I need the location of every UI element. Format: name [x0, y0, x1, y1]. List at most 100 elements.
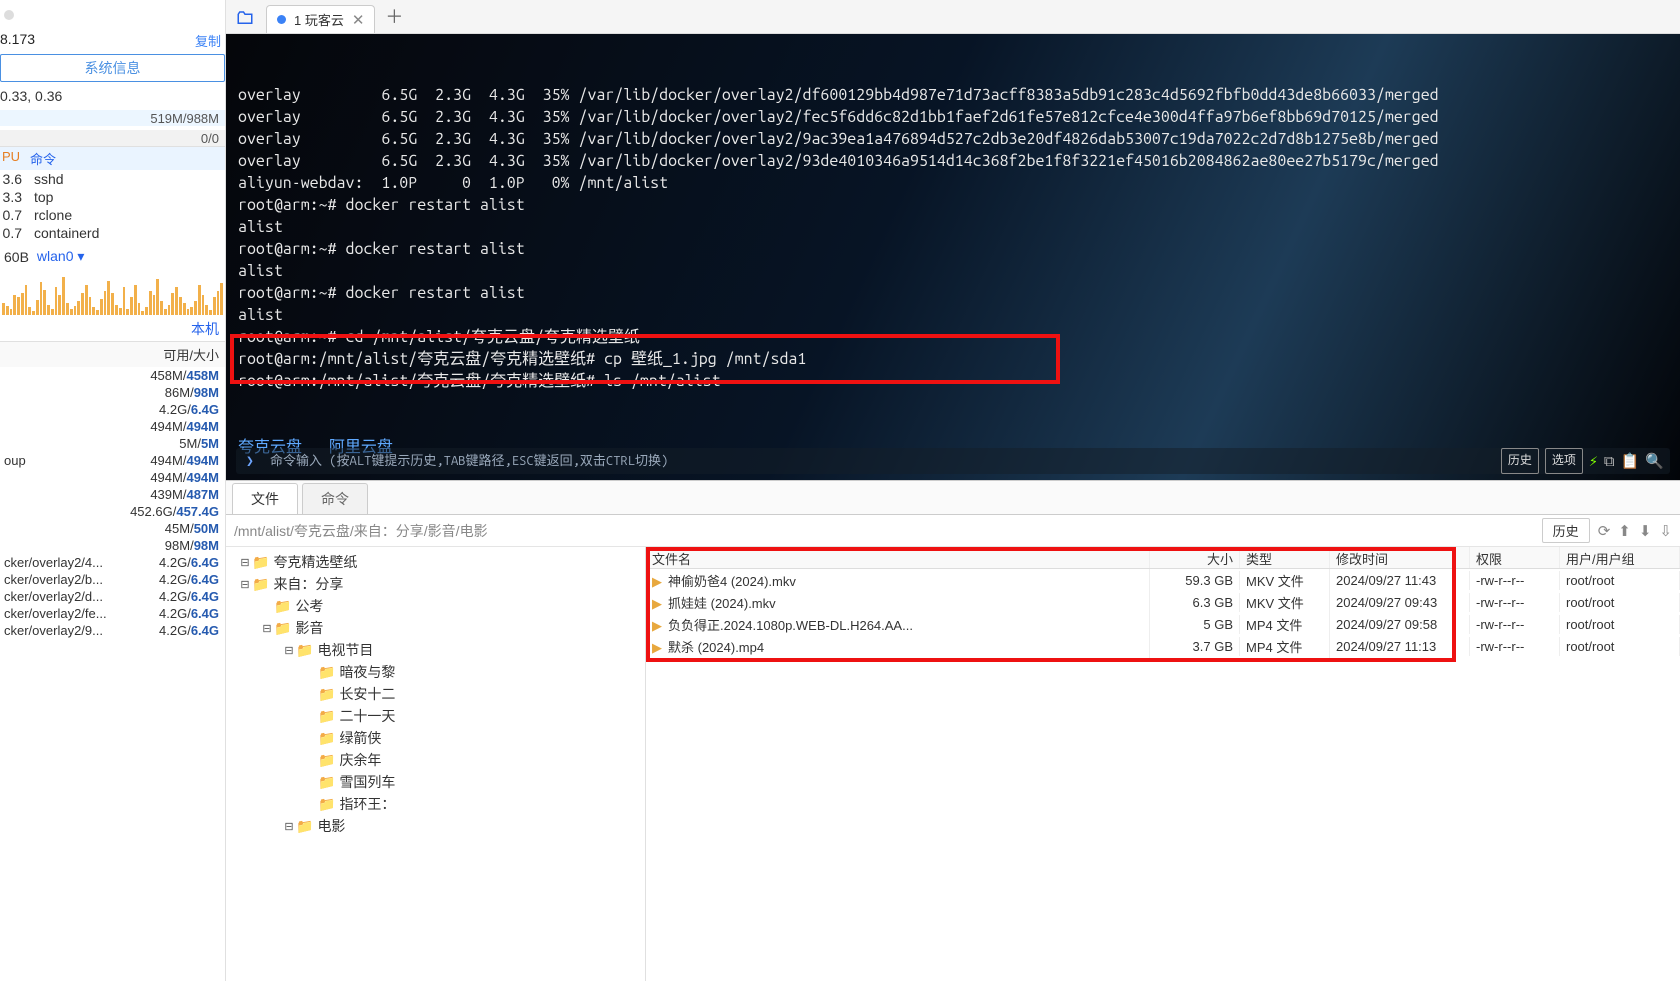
- folder-icon: 📁: [318, 774, 335, 791]
- sidebar: 8.173 复制 系统信息 0.33, 0.36 519M/988M 0/0 P…: [0, 0, 226, 981]
- file-list: 文件名 大小 类型 修改时间 权限 用户/用户组 ▶神偷奶爸4 (2024).m…: [646, 547, 1680, 981]
- tree-node[interactable]: ⊟📁夸克精选壁纸: [226, 551, 645, 573]
- tree-node[interactable]: 📁二十一天: [226, 705, 645, 727]
- disk-row[interactable]: oup494M/494M: [0, 452, 225, 469]
- disk-row[interactable]: 494M/494M: [0, 469, 225, 486]
- proc-header: PU命令: [0, 146, 225, 170]
- path-input[interactable]: [234, 523, 1534, 539]
- terminal[interactable]: overlay 6.5G 2.3G 4.3G 35% /var/lib/dock…: [226, 34, 1680, 480]
- tree-node[interactable]: ⊟📁电影: [226, 815, 645, 837]
- tree-node[interactable]: 📁绿箭侠: [226, 727, 645, 749]
- terminal-line: overlay 6.5G 2.3G 4.3G 35% /var/lib/dock…: [238, 150, 1668, 172]
- disk-row[interactable]: 4.2G/6.4G: [0, 401, 225, 418]
- local-label[interactable]: 本机: [0, 315, 225, 341]
- tree-node[interactable]: 📁公考: [226, 595, 645, 617]
- close-icon[interactable]: ✕: [352, 11, 365, 29]
- disk-row[interactable]: 86M/98M: [0, 384, 225, 401]
- terminal-line: root@arm:~# docker restart alist: [238, 282, 1668, 304]
- disk-row[interactable]: 5M/5M: [0, 435, 225, 452]
- disk-row[interactable]: 98M/98M: [0, 537, 225, 554]
- tab-bar: 1 玩客云 ✕ ＋: [226, 0, 1680, 34]
- annotation-box-1: [230, 334, 1060, 384]
- add-tab-icon[interactable]: ＋: [385, 3, 403, 29]
- terminal-line: alist: [238, 216, 1668, 238]
- copy-link[interactable]: 复制: [195, 31, 221, 50]
- annotation-box-2: [646, 547, 1456, 662]
- copy-icon[interactable]: ⧉: [1604, 450, 1615, 472]
- disk-row[interactable]: 439M/487M: [0, 486, 225, 503]
- folder-icon: 📁: [274, 598, 291, 615]
- terminal-line: overlay 6.5G 2.3G 4.3G 35% /var/lib/dock…: [238, 106, 1668, 128]
- terminal-line: alist: [238, 304, 1668, 326]
- folder-icon: 📁: [296, 642, 313, 659]
- tree-node[interactable]: 📁长安十二: [226, 683, 645, 705]
- terminal-line: root@arm:~# docker restart alist: [238, 238, 1668, 260]
- proc-row[interactable]: 3.6sshd: [0, 170, 225, 188]
- load-avg: 0.33, 0.36: [0, 82, 225, 106]
- bottom-tabs: 文件 命令: [226, 481, 1680, 515]
- history-button[interactable]: 历史: [1501, 448, 1539, 474]
- download-all-icon[interactable]: ⇩: [1659, 522, 1672, 540]
- modified-dot-icon: [277, 15, 286, 24]
- disk-header: 可用/大小: [0, 341, 225, 367]
- upload-icon[interactable]: ⬆: [1618, 522, 1631, 540]
- tree-node[interactable]: 📁指环王：: [226, 793, 645, 815]
- tab-label: 1 玩客云: [294, 10, 344, 29]
- disk-row[interactable]: cker/overlay2/b...4.2G/6.4G: [0, 571, 225, 588]
- terminal-line: alist: [238, 260, 1668, 282]
- host-ip: 8.173: [0, 31, 35, 50]
- tree-node[interactable]: ⊟📁电视节目: [226, 639, 645, 661]
- search-icon[interactable]: 🔍: [1645, 450, 1664, 472]
- disk-row[interactable]: 45M/50M: [0, 520, 225, 537]
- network-spark: [0, 271, 225, 315]
- disk-row[interactable]: 452.6G/457.4G: [0, 503, 225, 520]
- folder-icon: 📁: [318, 752, 335, 769]
- command-input-placeholder: 命令输入 (按ALT键提示历史,TAB键路径,ESC键返回,双击CTRL切换): [270, 450, 668, 472]
- disk-row[interactable]: cker/overlay2/4...4.2G/6.4G: [0, 554, 225, 571]
- proc-row[interactable]: 0.7containerd: [0, 224, 225, 242]
- disk-row[interactable]: 494M/494M: [0, 418, 225, 435]
- disk-row[interactable]: cker/overlay2/fe...4.2G/6.4G: [0, 605, 225, 622]
- tab-active[interactable]: 1 玩客云 ✕: [266, 5, 375, 33]
- tree-node[interactable]: 📁暗夜与黎: [226, 661, 645, 683]
- folder-icon: 📁: [252, 554, 269, 571]
- tree-node[interactable]: 📁雪国列车: [226, 771, 645, 793]
- proc-row[interactable]: 3.3top: [0, 188, 225, 206]
- disk-row[interactable]: cker/overlay2/d...4.2G/6.4G: [0, 588, 225, 605]
- folder-icon: 📁: [318, 796, 335, 813]
- paste-icon[interactable]: 📋: [1621, 450, 1640, 472]
- folder-icon: 📁: [296, 818, 313, 835]
- disk-row[interactable]: 458M/458M: [0, 367, 225, 384]
- folder-icon: 📁: [318, 708, 335, 725]
- chevron-icon: ❯: [246, 450, 254, 472]
- folder-icon: 📁: [252, 576, 269, 593]
- tree-node[interactable]: 📁庆余年: [226, 749, 645, 771]
- terminal-line: aliyun-webdav: 1.0P 0 1.0P 0% /mnt/alist: [238, 172, 1668, 194]
- refresh-icon[interactable]: ⟳: [1598, 522, 1611, 540]
- folder-icon: 📁: [318, 686, 335, 703]
- tab-commands[interactable]: 命令: [302, 483, 368, 514]
- traffic-dot: [4, 10, 14, 20]
- tree-node[interactable]: ⊟📁影音: [226, 617, 645, 639]
- terminal-line: overlay 6.5G 2.3G 4.3G 35% /var/lib/dock…: [238, 128, 1668, 150]
- path-bar: 历史 ⟳ ⬆ ⬇ ⇩: [226, 515, 1680, 547]
- path-history-button[interactable]: 历史: [1542, 518, 1590, 543]
- tab-files[interactable]: 文件: [232, 483, 298, 514]
- network-row[interactable]: 60B wlan0 ▾: [0, 242, 225, 271]
- bolt-icon[interactable]: ⚡: [1589, 450, 1598, 472]
- swap-bar: 0/0: [0, 130, 225, 146]
- terminal-line: root@arm:~# docker restart alist: [238, 194, 1668, 216]
- folder-icon: 📁: [318, 664, 335, 681]
- mem-bar: 519M/988M: [0, 110, 225, 126]
- tree-node[interactable]: ⊟📁来自：分享: [226, 573, 645, 595]
- folder-tree[interactable]: ⊟📁夸克精选壁纸⊟📁来自：分享📁公考⊟📁影音⊟📁电视节目📁暗夜与黎📁长安十二📁二…: [226, 547, 646, 981]
- options-button[interactable]: 选项: [1545, 448, 1583, 474]
- download-icon[interactable]: ⬇: [1639, 522, 1652, 540]
- disk-row[interactable]: cker/overlay2/9...4.2G/6.4G: [0, 622, 225, 639]
- command-input-bar[interactable]: ❯ 命令输入 (按ALT键提示历史,TAB键路径,ESC键返回,双击CTRL切换…: [236, 448, 1670, 474]
- open-folder-icon[interactable]: [234, 9, 256, 27]
- folder-icon: 📁: [274, 620, 291, 637]
- folder-icon: 📁: [318, 730, 335, 747]
- proc-row[interactable]: 0.7rclone: [0, 206, 225, 224]
- system-info-button[interactable]: 系统信息: [0, 54, 225, 82]
